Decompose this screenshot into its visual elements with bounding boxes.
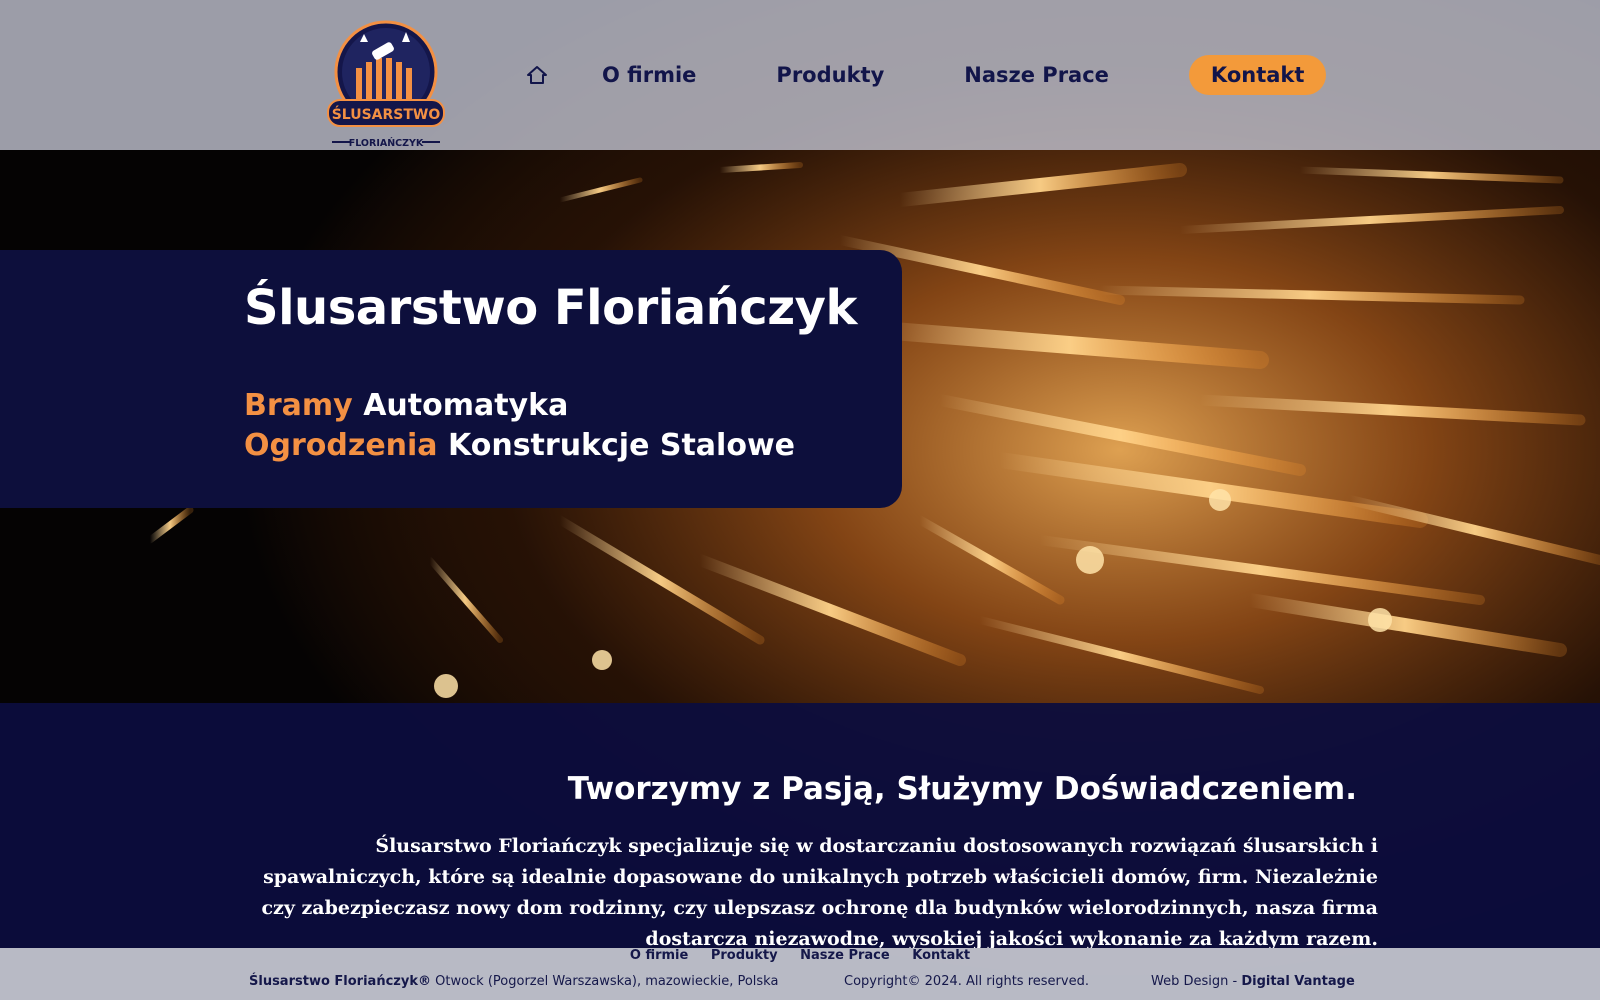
main-nav: O firmie Produkty Nasze Prace Kontakt <box>520 54 1327 96</box>
footer-nav: O firmie Produkty Nasze Prace Kontakt <box>0 948 1600 963</box>
footer-credit: Web Design - Digital Vantage <box>1151 974 1355 989</box>
footer-address: Ślusarstwo Floriańczyk® Otwock (Pogorzel… <box>249 974 778 989</box>
footer-link-o-firmie[interactable]: O firmie <box>630 948 688 963</box>
about-paragraph: Ślusarstwo Floriańczyk specjalizuje się … <box>261 835 1378 948</box>
footer-location: Otwock (Pogorzel Warszawska), mazowiecki… <box>435 974 779 989</box>
footer-link-nasze-prace[interactable]: Nasze Prace <box>800 948 890 963</box>
hero-title: Ślusarstwo Floriańczyk <box>244 280 857 336</box>
home-icon[interactable] <box>520 58 554 92</box>
footer-company-name: Ślusarstwo Floriańczyk® <box>249 974 431 989</box>
hero-service-konstrukcje: Konstrukcje Stalowe <box>448 428 796 463</box>
site-footer: O firmie Produkty Nasze Prace Kontakt Śl… <box>0 948 1600 1000</box>
footer-link-kontakt[interactable]: Kontakt <box>912 948 970 963</box>
footer-credit-label: Web Design - <box>1151 974 1238 989</box>
nav-o-firmie[interactable]: O firmie <box>602 63 696 87</box>
site-header: ŚLUSARSTWO FLORIAŃCZYK O firmie Produkty… <box>0 0 1600 150</box>
about-section: Tworzymy z Pasją, Służymy Doświadczeniem… <box>0 703 1600 948</box>
hero-service-automatyka: Automatyka <box>363 388 569 423</box>
company-logo[interactable]: ŚLUSARSTWO FLORIAŃCZYK <box>322 12 450 152</box>
footer-credit-link[interactable]: Digital Vantage <box>1241 974 1354 989</box>
footer-link-produkty[interactable]: Produkty <box>711 948 778 963</box>
hero-service-ogrodzenia: Ogrodzenia <box>244 428 438 463</box>
hero-services-line-2: Ogrodzenia Konstrukcje Stalowe <box>244 428 795 463</box>
hero-service-bramy: Bramy <box>244 388 353 423</box>
nav-produkty[interactable]: Produkty <box>776 63 884 87</box>
nav-kontakt-button[interactable]: Kontakt <box>1188 55 1327 95</box>
hero-card: Ślusarstwo Floriańczyk Bramy Automatyka … <box>0 250 902 508</box>
logo-text-sub: FLORIAŃCZYK <box>349 137 424 149</box>
logo-text-main: ŚLUSARSTWO <box>332 105 441 123</box>
about-heading: Tworzymy z Pasją, Służymy Doświadczeniem… <box>567 771 1357 807</box>
footer-copyright: Copyright© 2024. All rights reserved. <box>844 974 1089 989</box>
nav-nasze-prace[interactable]: Nasze Prace <box>964 63 1109 87</box>
hero-services-line-1: Bramy Automatyka <box>244 388 568 423</box>
